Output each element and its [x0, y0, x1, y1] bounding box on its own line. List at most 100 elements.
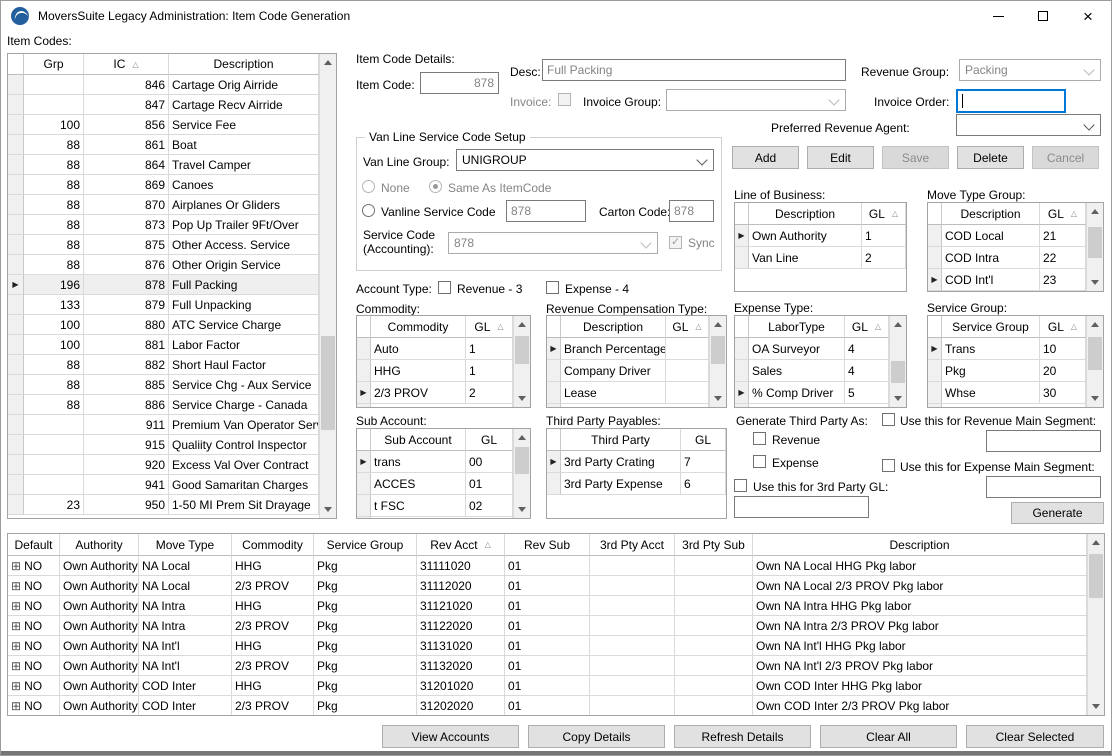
vertical-scrollbar[interactable] — [513, 316, 530, 407]
table-row[interactable]: Van Line2 — [735, 247, 906, 269]
column-header-3rd-pty-sub[interactable]: 3rd Pty Sub — [675, 534, 753, 556]
table-row[interactable]: ⊞NOOwn AuthorityNA LocalHHGPkg3111102001… — [8, 556, 1087, 576]
scrollbar-thumb[interactable] — [1088, 227, 1102, 258]
column-header-labortype[interactable]: LaborType — [749, 316, 845, 338]
column-header-description[interactable]: Description — [753, 534, 1087, 556]
table-row[interactable]: ▶trans00 — [357, 451, 513, 473]
carton-code-field[interactable]: 878 — [669, 200, 714, 222]
table-row[interactable]: 100880ATC Service Charge — [8, 315, 319, 335]
table-row[interactable]: 100881Labor Factor — [8, 335, 319, 355]
column-header-description[interactable]: Description — [942, 203, 1040, 225]
maximize-button[interactable] — [1026, 1, 1060, 31]
table-row[interactable]: ⊞NOOwn AuthorityCOD Inter2/3 PROVPkg3120… — [8, 696, 1087, 715]
delete-button[interactable]: Delete — [957, 146, 1024, 169]
vertical-scrollbar[interactable] — [889, 316, 906, 407]
column-header-gl[interactable]: GL△ — [1040, 203, 1086, 225]
scrollbar-thumb[interactable] — [891, 361, 905, 383]
column-header-gl[interactable]: GL — [681, 429, 726, 451]
column-header-grp[interactable]: Grp — [24, 54, 84, 75]
column-header-default[interactable]: Default — [8, 534, 60, 556]
table-row[interactable]: ⊞NOOwn AuthorityNA Local2/3 PROVPkg31112… — [8, 576, 1087, 596]
expand-icon[interactable]: ⊞ — [11, 661, 21, 671]
refresh-details-button[interactable]: Refresh Details — [674, 725, 811, 748]
table-row[interactable]: 88869Canoes — [8, 175, 319, 195]
table-row[interactable]: 915Qualiity Control Inspector — [8, 435, 319, 455]
table-row[interactable]: ▶Own Authority1 — [735, 225, 906, 247]
expand-icon[interactable]: ⊞ — [11, 621, 21, 631]
invoice-checkbox[interactable] — [558, 93, 571, 106]
scroll-down-icon[interactable] — [514, 501, 530, 518]
vertical-scrollbar[interactable] — [513, 429, 530, 518]
add-button[interactable]: Add — [732, 146, 799, 169]
same-as-itemcode-radio[interactable] — [429, 180, 442, 193]
scroll-down-icon[interactable] — [1087, 274, 1103, 291]
scroll-up-icon[interactable] — [514, 316, 530, 333]
column-header-3rd-pty-acct[interactable]: 3rd Pty Acct — [590, 534, 675, 556]
column-header-gl[interactable]: GL△ — [666, 316, 709, 338]
copy-details-button[interactable]: Copy Details — [528, 725, 665, 748]
scroll-up-icon[interactable] — [710, 316, 726, 333]
preferred-revenue-agent-select[interactable] — [956, 114, 1101, 136]
table-row[interactable]: Sales4 — [735, 360, 889, 382]
vertical-scrollbar[interactable] — [1087, 534, 1104, 715]
column-header-rev-acct[interactable]: Rev Acct△ — [417, 534, 505, 556]
column-header-service-group[interactable]: Service Group — [314, 534, 417, 556]
table-row[interactable]: 941Good Samaritan Charges — [8, 475, 319, 495]
column-header-description[interactable]: Description — [561, 316, 666, 338]
table-row[interactable]: HHG1 — [357, 360, 513, 382]
minimize-button[interactable] — [981, 1, 1015, 31]
table-row[interactable]: ▶Trans10 — [928, 338, 1086, 360]
use-3rd-party-gl-checkbox[interactable] — [734, 479, 747, 492]
column-header-service-group[interactable]: Service Group — [942, 316, 1040, 338]
clear-all-button[interactable]: Clear All — [820, 725, 957, 748]
expand-icon[interactable]: ⊞ — [11, 601, 21, 611]
save-button[interactable]: Save — [882, 146, 949, 169]
expand-icon[interactable]: ⊞ — [11, 681, 21, 691]
table-row[interactable]: 88861Boat — [8, 135, 319, 155]
scroll-up-icon[interactable] — [320, 54, 336, 71]
revenue-main-segment-field[interactable] — [986, 430, 1101, 452]
column-header-sub-account[interactable]: Sub Account — [371, 429, 466, 451]
revenue-3-checkbox[interactable] — [438, 281, 451, 294]
vertical-scrollbar[interactable] — [1086, 316, 1103, 407]
column-header-description[interactable]: Description — [749, 203, 862, 225]
table-row[interactable]: ▶2/3 PROV2 — [357, 382, 513, 404]
vertical-scrollbar[interactable] — [319, 54, 336, 518]
invoice-group-select[interactable] — [666, 89, 846, 111]
column-header-commodity[interactable]: Commodity — [371, 316, 466, 338]
table-row[interactable]: ▶196878Full Packing — [8, 275, 319, 295]
scrollbar-thumb[interactable] — [1088, 337, 1102, 370]
scroll-up-icon[interactable] — [514, 429, 530, 446]
table-row[interactable]: Company Driver — [547, 360, 709, 382]
invoice-order-field[interactable] — [956, 89, 1066, 113]
table-row[interactable]: 846Cartage Orig Airride — [8, 75, 319, 95]
scroll-down-icon[interactable] — [320, 501, 336, 518]
column-header-gl[interactable]: GL△ — [862, 203, 906, 225]
table-row[interactable]: t FSC02 — [357, 495, 513, 517]
none-radio[interactable] — [362, 180, 375, 193]
table-row[interactable]: ⊞NOOwn AuthorityNA IntraHHGPkg3112102001… — [8, 596, 1087, 616]
table-row[interactable]: 88864Travel Camper — [8, 155, 319, 175]
column-header-commodity[interactable]: Commodity — [232, 534, 314, 556]
table-row[interactable]: 88876Other Origin Service — [8, 255, 319, 275]
vanline-service-code-radio[interactable] — [362, 204, 375, 217]
table-row[interactable]: 88870Airplanes Or Gliders — [8, 195, 319, 215]
van-line-group-select[interactable]: UNIGROUP — [456, 149, 714, 171]
generate-revenue-checkbox[interactable] — [753, 432, 766, 445]
table-row[interactable]: ▶% Comp Driver5 — [735, 382, 889, 404]
column-header-third-party[interactable]: Third Party — [561, 429, 681, 451]
scroll-up-icon[interactable] — [1088, 534, 1104, 551]
table-row[interactable]: ⊞NOOwn AuthorityCOD InterHHGPkg312010200… — [8, 676, 1087, 696]
expand-icon[interactable]: ⊞ — [11, 561, 21, 571]
generate-expense-checkbox[interactable] — [753, 455, 766, 468]
generate-button[interactable]: Generate — [1011, 502, 1104, 524]
revenue-group-select[interactable]: Packing — [959, 59, 1101, 81]
scroll-down-icon[interactable] — [890, 390, 906, 407]
table-row[interactable]: ▶COD Int'l23 — [928, 269, 1086, 291]
table-row[interactable]: ▶3rd Party Crating7 — [547, 451, 726, 473]
column-header-gl[interactable]: GL△ — [1040, 316, 1086, 338]
column-header-ic[interactable]: IC△ — [84, 54, 169, 75]
column-header-description[interactable]: Description — [169, 54, 319, 75]
scrollbar-thumb[interactable] — [1089, 554, 1103, 598]
expense-4-checkbox[interactable] — [546, 281, 559, 294]
